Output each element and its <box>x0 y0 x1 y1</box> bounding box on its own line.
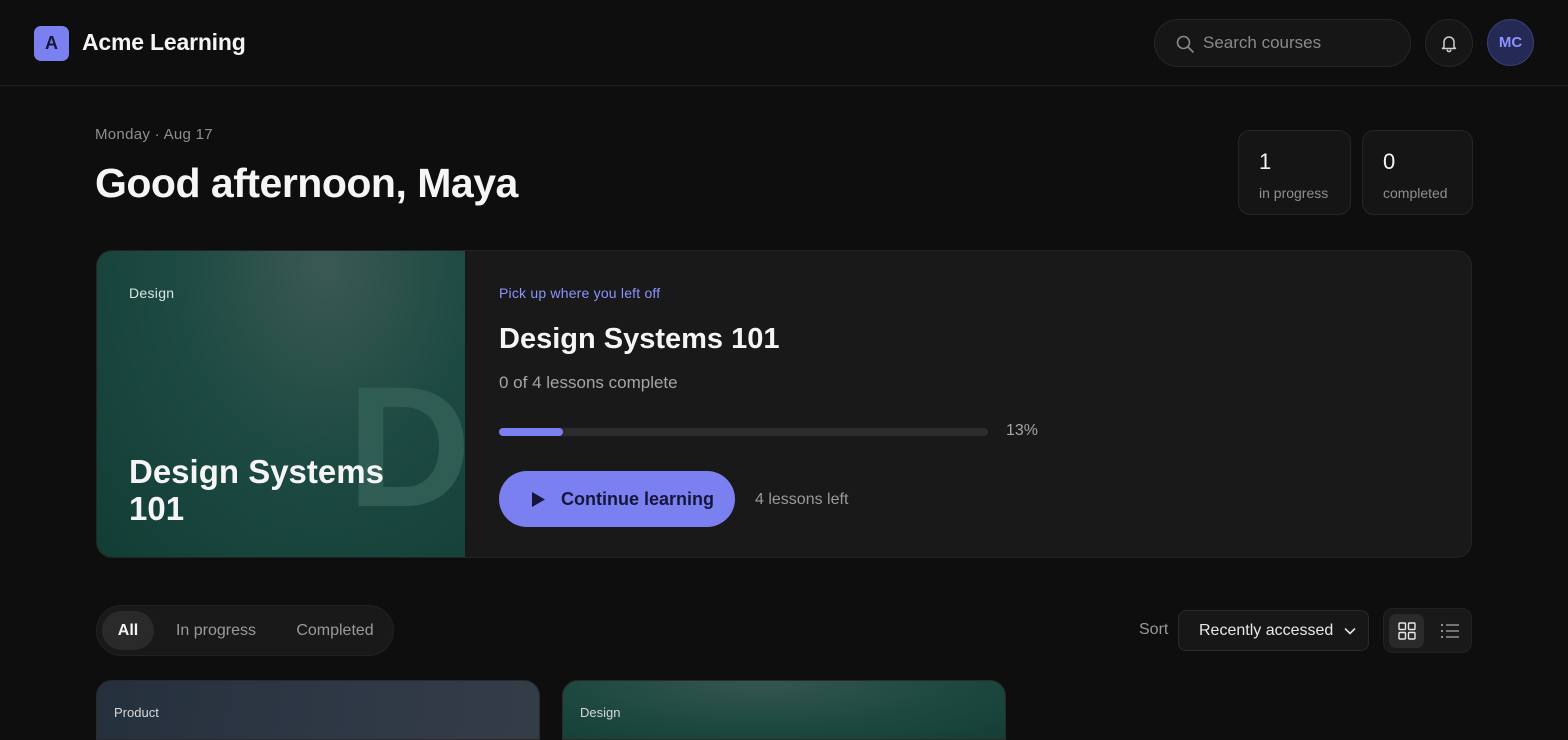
tab-all[interactable]: All <box>102 611 154 650</box>
stat-completed: 0 completed <box>1362 130 1473 215</box>
progress-fill <box>499 428 563 436</box>
course-cover[interactable]: Design D Design Systems 101 <box>97 251 471 557</box>
cover-title: Design Systems 101 <box>129 453 384 527</box>
continue-learning-card: Design D Design Systems 101 Pick up wher… <box>96 250 1472 558</box>
list-view-icon <box>1440 623 1459 639</box>
featured-course-title[interactable]: Design Systems 101 <box>499 323 779 356</box>
search-input[interactable] <box>1203 20 1403 66</box>
avatar[interactable]: MC <box>1487 19 1534 66</box>
current-date: Monday · Aug 17 <box>95 126 213 143</box>
tab-completed[interactable]: Completed <box>279 611 391 650</box>
sort-selected-value: Recently accessed <box>1199 621 1334 639</box>
app-name[interactable]: Acme Learning <box>82 29 246 56</box>
sort-select[interactable]: Recently accessed <box>1178 610 1369 651</box>
logo-mark[interactable]: A <box>34 26 69 61</box>
stat-label: completed <box>1383 185 1448 201</box>
course-card[interactable]: Design <box>562 680 1006 740</box>
chevron-down-icon <box>1344 628 1356 635</box>
sort-label: Sort <box>1139 621 1169 638</box>
top-bar: A Acme Learning MC <box>0 0 1568 86</box>
stat-value: 0 <box>1383 149 1396 174</box>
course-category: Design <box>580 705 621 720</box>
progress-bar <box>499 428 988 436</box>
list-view-button[interactable] <box>1432 614 1467 648</box>
grid-view-icon <box>1397 622 1416 640</box>
course-category: Product <box>114 705 159 720</box>
progress-percent: 13% <box>1006 422 1039 439</box>
grid-view-button[interactable] <box>1389 614 1424 648</box>
continue-learning-label: Continue learning <box>561 488 714 509</box>
tab-in-progress[interactable]: In progress <box>163 611 269 650</box>
bell-icon <box>1441 36 1457 53</box>
play-icon <box>532 491 545 507</box>
view-toggle <box>1383 608 1472 653</box>
featured-eyebrow: Pick up where you left off <box>499 285 661 301</box>
notifications-button[interactable] <box>1425 19 1473 67</box>
course-category: Design <box>129 285 175 301</box>
course-card[interactable]: Product <box>96 680 540 740</box>
search-box[interactable] <box>1154 19 1411 67</box>
stat-in-progress: 1 in progress <box>1238 130 1351 215</box>
continue-learning-button[interactable]: Continue learning <box>499 471 735 527</box>
page-title: Good afternoon, Maya <box>95 160 518 206</box>
filter-tabs: All In progress Completed <box>96 605 394 656</box>
stat-value: 1 <box>1259 149 1272 174</box>
search-icon <box>1176 35 1194 53</box>
stat-label: in progress <box>1259 185 1329 201</box>
lesson-progress-text: 0 of 4 lessons complete <box>499 373 678 392</box>
lessons-left: 4 lessons left <box>755 491 849 508</box>
